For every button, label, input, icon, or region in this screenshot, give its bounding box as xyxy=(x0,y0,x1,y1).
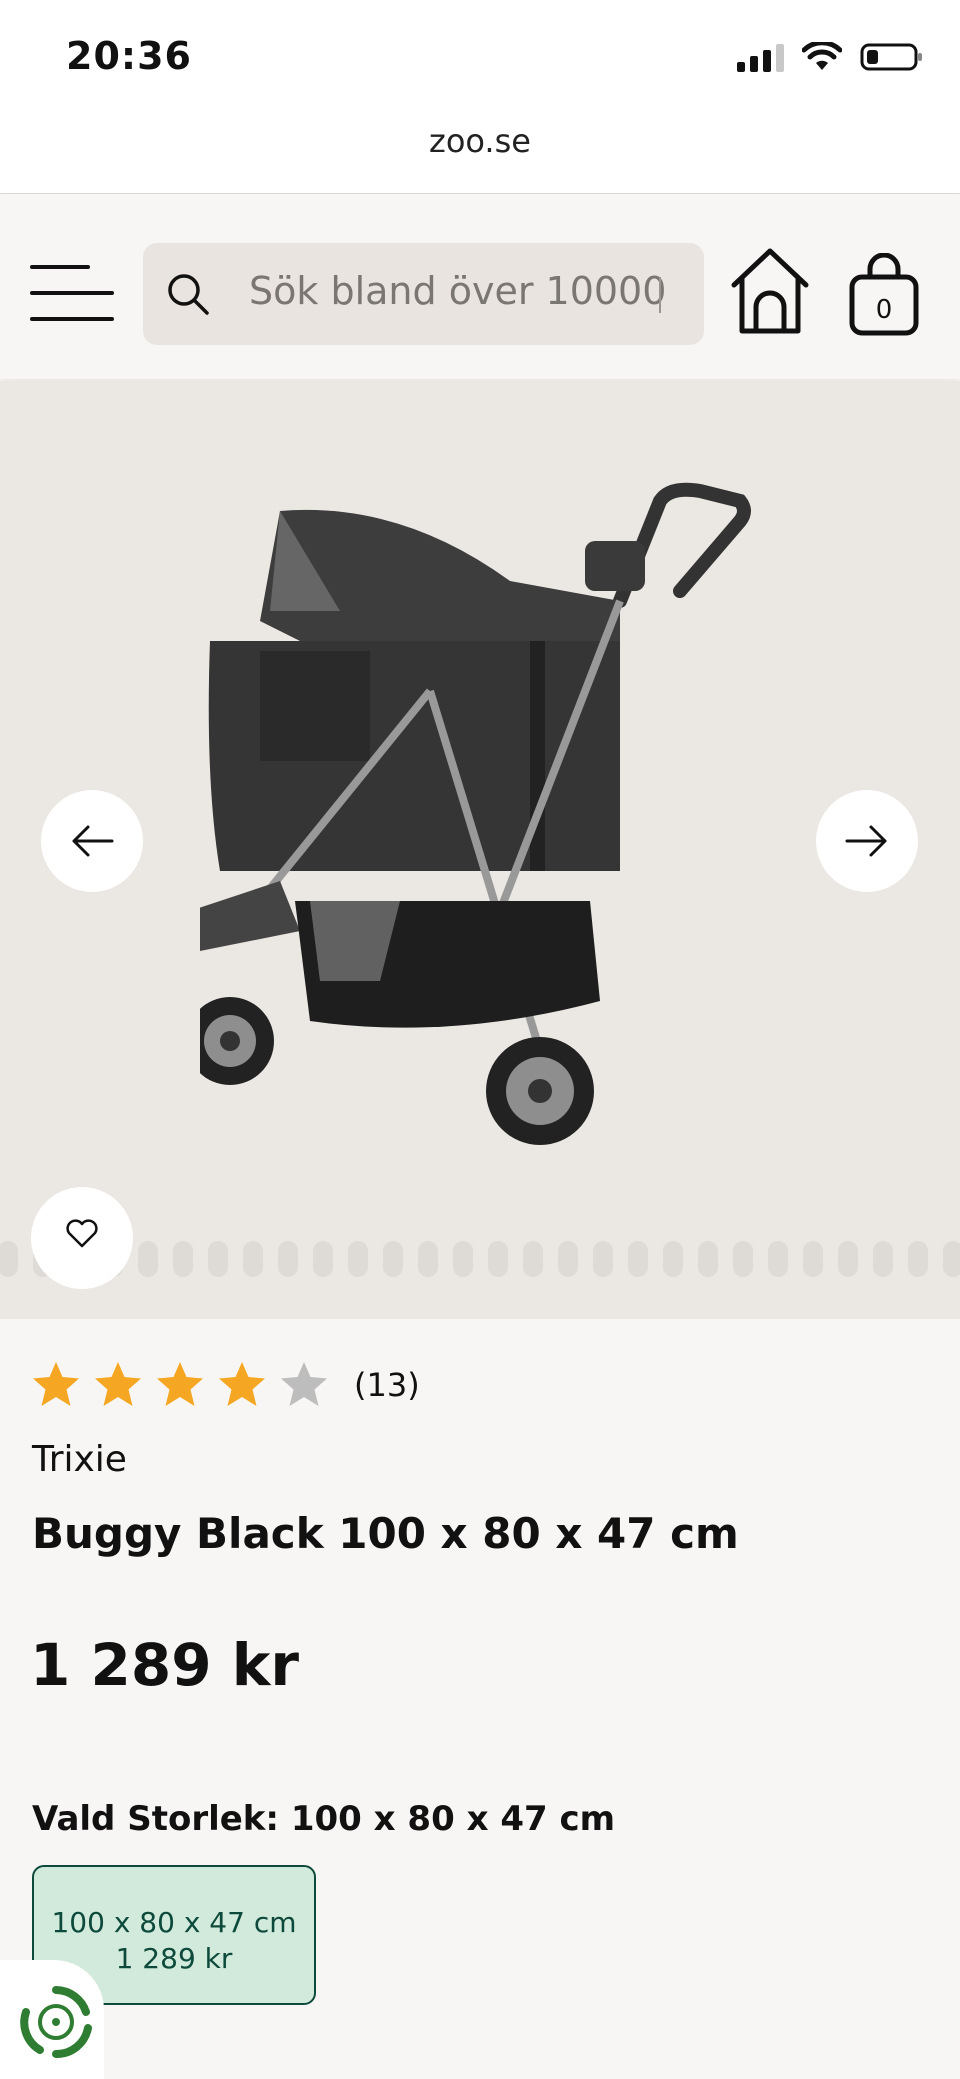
url-text[interactable]: zoo.se xyxy=(0,122,960,160)
recycle-icon xyxy=(20,1986,92,2059)
pagination-dot[interactable] xyxy=(558,1241,578,1277)
pagination-dot[interactable] xyxy=(628,1241,648,1277)
pagination-dot[interactable] xyxy=(418,1241,438,1277)
pagination-dot[interactable] xyxy=(138,1241,158,1277)
hamburger-menu-button[interactable] xyxy=(30,265,114,321)
status-bar: 20:36 xyxy=(0,0,960,100)
pagination-dot[interactable] xyxy=(173,1241,193,1277)
pagination-dot[interactable] xyxy=(593,1241,613,1277)
status-time: 20:36 xyxy=(66,34,192,78)
product-title: Buggy Black 100 x 80 x 47 cm xyxy=(32,1509,739,1558)
cart-count: 0 xyxy=(875,295,893,325)
text-caret xyxy=(659,277,661,313)
pagination-dot[interactable] xyxy=(348,1241,368,1277)
pagination-dot[interactable] xyxy=(698,1241,718,1277)
pagination-dot[interactable] xyxy=(663,1241,683,1277)
pagination-dot[interactable] xyxy=(383,1241,403,1277)
image-pagination-dots[interactable] xyxy=(0,1241,960,1281)
star-filled-icon xyxy=(219,1362,265,1406)
cart-button[interactable]: 0 xyxy=(848,252,920,337)
recycle-badge[interactable] xyxy=(0,1960,104,2079)
star-filled-icon xyxy=(157,1362,203,1406)
search-icon xyxy=(168,274,209,315)
status-icons xyxy=(737,42,924,72)
arrow-right-icon xyxy=(845,825,887,857)
pagination-dot[interactable] xyxy=(208,1241,228,1277)
product-image-dog-buggy xyxy=(200,482,751,1145)
dog-house-icon[interactable] xyxy=(728,243,812,339)
pagination-dot[interactable] xyxy=(278,1241,298,1277)
previous-image-button[interactable] xyxy=(41,790,143,892)
heart-icon xyxy=(66,1219,98,1248)
site-header: Sök bland över 10000 0 xyxy=(0,195,960,379)
product-brand[interactable]: Trixie xyxy=(32,1439,127,1480)
wifi-icon xyxy=(802,42,842,70)
rating-stars[interactable]: (13) xyxy=(30,1359,420,1411)
browser-url-bar[interactable]: zoo.se xyxy=(0,100,960,194)
pagination-dot[interactable] xyxy=(733,1241,753,1277)
pagination-dot[interactable] xyxy=(313,1241,333,1277)
pagination-dot[interactable] xyxy=(523,1241,543,1277)
product-price: 1 289 kr xyxy=(30,1631,299,1699)
pagination-dot[interactable] xyxy=(838,1241,858,1277)
star-filled-icon xyxy=(95,1362,141,1406)
pagination-dot[interactable] xyxy=(0,1241,18,1277)
size-option-size: 100 x 80 x 47 cm xyxy=(51,1906,297,1939)
pagination-dot[interactable] xyxy=(803,1241,823,1277)
pagination-dot[interactable] xyxy=(908,1241,928,1277)
pagination-dot[interactable] xyxy=(243,1241,263,1277)
product-image-gallery[interactable] xyxy=(0,381,960,1319)
pagination-dot[interactable] xyxy=(453,1241,473,1277)
battery-icon xyxy=(860,43,922,71)
selected-size-label: Vald Storlek: 100 x 80 x 47 cm xyxy=(32,1799,616,1839)
star-filled-icon xyxy=(33,1362,79,1406)
pagination-dot[interactable] xyxy=(943,1241,960,1277)
pagination-dot[interactable] xyxy=(768,1241,788,1277)
pagination-dot[interactable] xyxy=(873,1241,893,1277)
search-placeholder: Sök bland över 10000 xyxy=(249,269,667,313)
next-image-button[interactable] xyxy=(816,790,918,892)
product-info: (13) Trixie Buggy Black 100 x 80 x 47 cm… xyxy=(0,1319,960,2079)
pagination-dot[interactable] xyxy=(488,1241,508,1277)
arrow-left-icon xyxy=(72,825,114,857)
search-input[interactable]: Sök bland över 10000 xyxy=(143,243,704,345)
review-count[interactable]: (13) xyxy=(354,1366,420,1404)
cellular-signal-icon xyxy=(737,42,784,72)
star-empty-icon xyxy=(281,1362,327,1406)
favorite-button[interactable] xyxy=(31,1187,133,1289)
